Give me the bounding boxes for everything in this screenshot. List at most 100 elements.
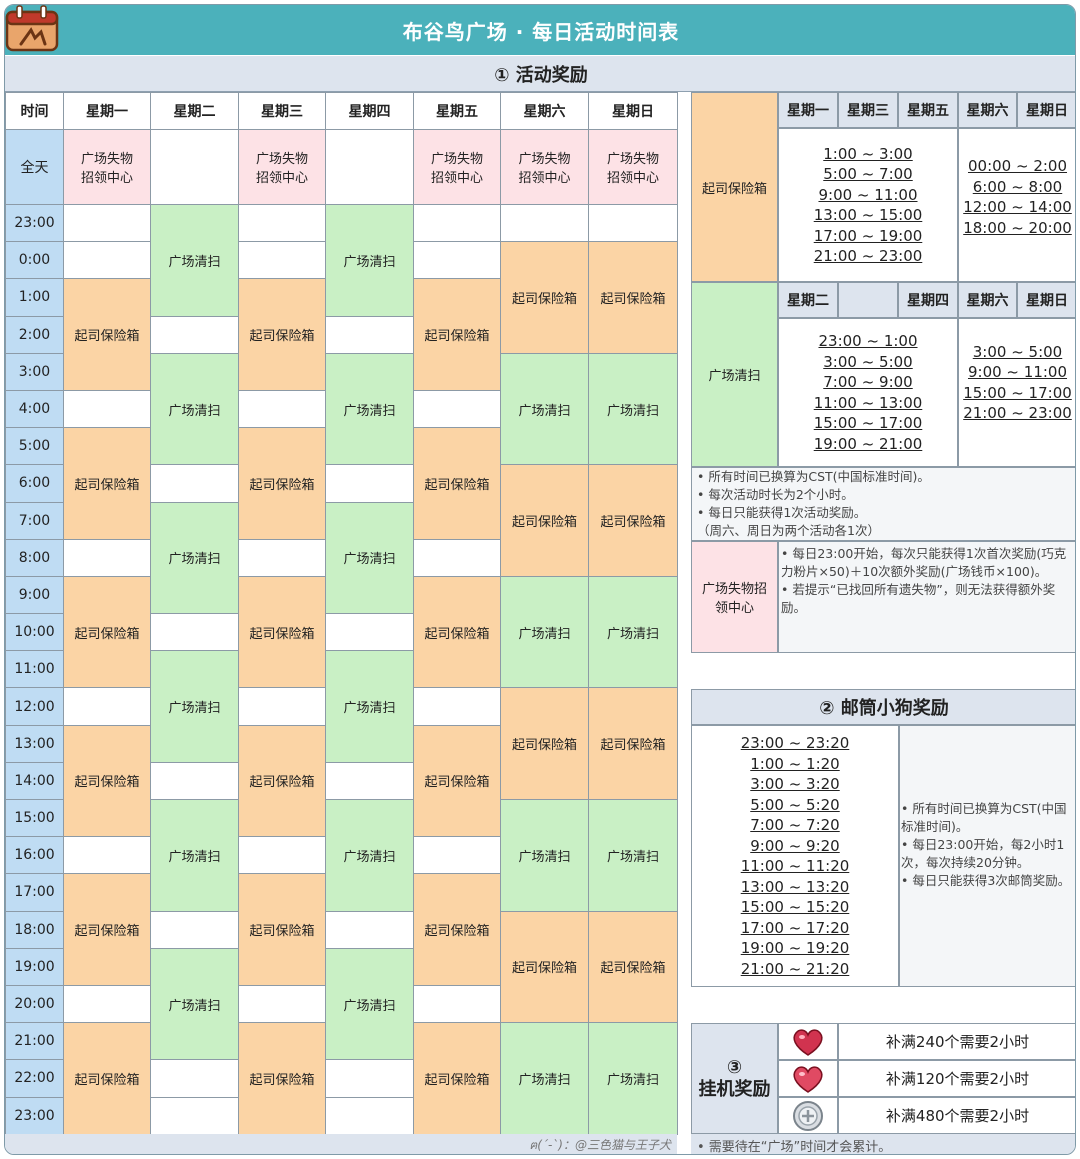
- hour-label: 10:00: [5, 613, 64, 652]
- note-line: • 每日23:00开始，每2小时1次，每次持续20分钟。: [901, 837, 1065, 870]
- empty-cell: [63, 984, 151, 1024]
- note-line: • 所有时间已换算为CST(中国标准时间)。: [697, 469, 930, 484]
- allday-label: 全天: [5, 129, 64, 205]
- empty-cell: [238, 836, 326, 875]
- page-frame: 布谷鸟广场 · 每日活动时间表 ① 活动奖励 时间 星期一 星期二 星期三 星期四 星期五…: [4, 4, 1076, 1155]
- idle-footnote: • 需要待在“广场”时间才会累计。: [691, 1134, 1075, 1154]
- note-line: （周六、周日为两个活动各1次）: [697, 523, 880, 538]
- hour-label: 17:00: [5, 873, 64, 912]
- empty-cell: [413, 389, 501, 429]
- coin-icon: [793, 1100, 823, 1131]
- cheese-safe-cell: 起司保险箱: [413, 278, 501, 391]
- empty-cell: [413, 241, 501, 280]
- time-range: 1:00 ~ 1:20: [750, 754, 840, 773]
- hour-label: 16:00: [5, 836, 64, 875]
- empty-cell: [325, 129, 414, 205]
- empty-cell: [413, 538, 501, 577]
- plaza-sweep-cell: 广场清扫: [500, 1022, 589, 1135]
- empty-cell: [150, 129, 239, 205]
- idle-reward-label: 挂机奖励: [698, 1078, 771, 1100]
- empty-cell: [150, 761, 239, 801]
- weekly-schedule-table: 时间 星期一 星期二 星期三 星期四 星期五 星期六 星期日 全天 广场失物招领中心 广场失物招领…: [5, 92, 678, 1135]
- time-range: 21:00 ~ 23:00: [963, 404, 1072, 422]
- plaza-sweep-cell: 广场清扫: [150, 501, 239, 615]
- empty-cell: [325, 910, 414, 949]
- time-range: 7:00 ~ 7:20: [750, 816, 840, 834]
- day-header-4: 星期四: [325, 92, 414, 130]
- empty-cell: [238, 984, 326, 1024]
- plaza-sweep-cell: 广场清扫: [150, 799, 239, 912]
- mailbox-notes: • 所有时间已换算为CST(中国标准时间)。 • 每日23:00开始，每2小时1次…: [901, 800, 1075, 890]
- time-range: 13:00 ~ 15:00: [813, 206, 923, 224]
- cheese-safe-cell: 起司保险箱: [500, 464, 589, 577]
- empty-cell: [63, 203, 151, 243]
- plaza-sweep-cell: 广场清扫: [325, 352, 414, 466]
- idle-row3-icon-cell: [778, 1097, 838, 1134]
- hour-label: 21:00: [5, 1022, 64, 1061]
- activity-notes: • 所有时间已换算为CST(中国标准时间)。 • 每次活动时长为2个小时。 • 每日…: [697, 468, 1073, 540]
- time-range: 9:00 ~ 11:00: [967, 363, 1068, 381]
- cheese-safe-cell: 起司保险箱: [238, 1022, 326, 1135]
- time-range: 21:00 ~ 23:00: [813, 247, 923, 265]
- time-range: 7:00 ~ 9:00: [823, 373, 913, 391]
- time-range: 12:00 ~ 14:00: [963, 198, 1072, 216]
- hour-label: 23:00: [5, 203, 64, 243]
- sweep-times-weekday: 23:00 ~ 1:00 3:00 ~ 5:00 7:00 ~ 9:00 11:00 …: [778, 320, 958, 465]
- plaza-sweep-cell: 广场清扫: [500, 799, 589, 912]
- hour-label: 2:00: [5, 315, 64, 354]
- empty-cell: [238, 203, 326, 243]
- cheese-safe-cell: 起司保险箱: [63, 427, 151, 540]
- plaza-sweep-cell: 广场清扫: [150, 352, 239, 466]
- idle-reward-title: ③ 挂机奖励: [691, 1023, 778, 1134]
- hour-label: 0:00: [5, 241, 64, 280]
- plaza-sweep-cell: 广场清扫: [325, 204, 414, 317]
- note-line: • 所有时间已换算为CST(中国标准时间)。: [901, 801, 1067, 834]
- idle-row2-text: 补满120个需要2小时: [838, 1060, 1075, 1097]
- hour-label: 12:00: [5, 687, 64, 726]
- cheese-safe-cell: 起司保险箱: [238, 575, 326, 689]
- time-range: 17:00 ~ 17:20: [740, 918, 850, 937]
- calendar-logo-icon: [5, 5, 59, 52]
- hour-label: 3:00: [5, 352, 64, 391]
- plaza-sweep-cell: 广场清扫: [588, 1022, 678, 1135]
- empty-cell: [150, 1059, 239, 1098]
- empty-cell: [63, 241, 151, 280]
- cheese-safe-cell: 起司保险箱: [63, 575, 151, 689]
- time-range: 3:00 ~ 5:00: [972, 342, 1063, 361]
- idle-row2-icon-cell: [778, 1060, 838, 1097]
- lost-found-cell: 广场失物招领中心: [238, 129, 326, 205]
- empty-cell: [150, 464, 239, 503]
- note-line: • 每次活动时长为2个小时。: [697, 487, 854, 502]
- hour-label: 4:00: [5, 389, 64, 429]
- time-range: 23:00 ~ 1:00: [818, 332, 918, 350]
- hour-label: 8:00: [5, 538, 64, 577]
- plaza-sweep-cell: 广场清扫: [588, 575, 678, 689]
- empty-cell: [63, 836, 151, 875]
- plaza-sweep-cell: 广场清扫: [588, 799, 678, 912]
- empty-cell: [150, 910, 239, 949]
- lost-found-cell: 广场失物招领中心: [588, 129, 678, 205]
- cheese-safe-cell: 起司保险箱: [413, 427, 501, 540]
- empty-cell: [238, 538, 326, 577]
- heart-jelly-icon: [793, 1028, 823, 1056]
- plaza-sweep-cell: 广场清扫: [325, 650, 414, 763]
- heart-jelly-icon: [793, 1065, 823, 1093]
- sweep-day-blank: [838, 282, 898, 318]
- cheese-safe-cell: 起司保险箱: [63, 278, 151, 391]
- cheese-safe-cell: 起司保险箱: [413, 575, 501, 689]
- lost-found-label: 广场失物招领中心: [691, 541, 778, 653]
- empty-cell: [325, 1059, 414, 1098]
- cheese-safe-cell: 起司保险箱: [238, 724, 326, 838]
- lost-found-notes: • 每日23:00开始，每次只能获得1次首次奖励(巧克力粉片×50)＋10次额外…: [781, 545, 1075, 617]
- time-range: 13:00 ~ 13:20: [740, 877, 850, 896]
- time-range: 15:00 ~ 15:20: [740, 898, 850, 916]
- plaza-sweep-cell: 广场清扫: [150, 204, 239, 317]
- cheese-day-wed: 星期三: [838, 92, 898, 128]
- empty-cell: [325, 464, 414, 503]
- hour-label: 13:00: [5, 724, 64, 763]
- note-line: • 若提示“已找回所有遗失物”，则无法获得额外奖励。: [781, 582, 1056, 615]
- sweep-day-sat: 星期六: [958, 282, 1017, 318]
- lost-found-cell: 广场失物招领中心: [413, 129, 501, 205]
- hour-label: 15:00: [5, 798, 64, 838]
- time-range: 17:00 ~ 19:00: [813, 226, 923, 245]
